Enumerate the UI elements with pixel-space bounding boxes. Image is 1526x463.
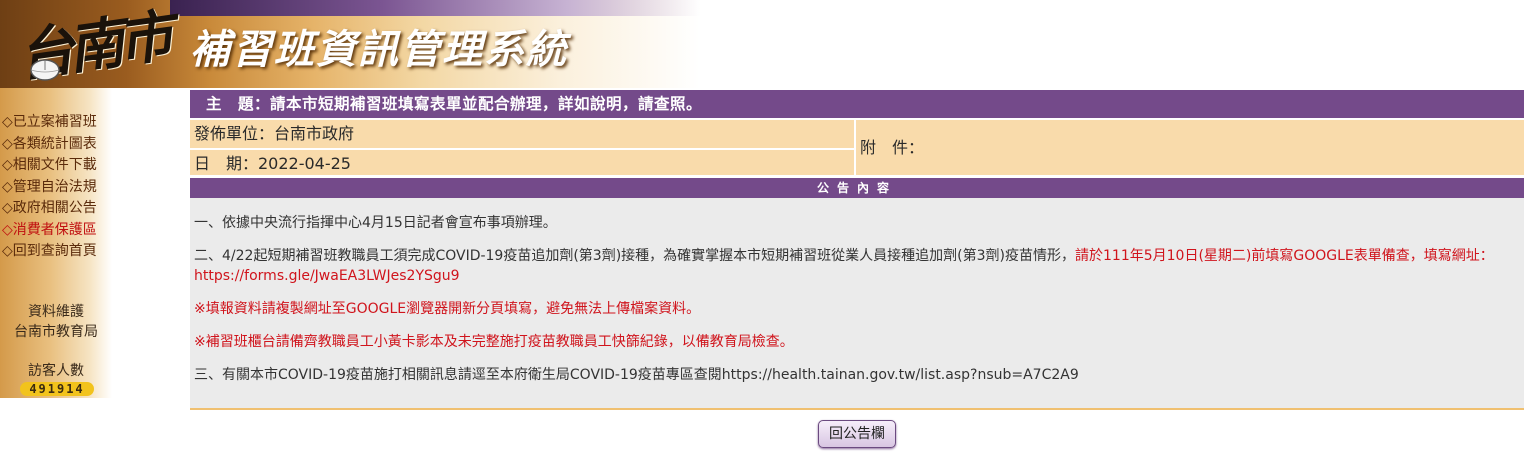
sidebar-item-government-notices[interactable]: ◇政府相關公告 xyxy=(2,198,97,220)
sidebar: ◇已立案補習班 ◇各類統計圖表 ◇相關文件下載 ◇管理自治法規 ◇政府相關公告 … xyxy=(0,88,112,398)
paragraph-2-text: 二、4/22起短期補習班教職員工須完成COVID-19疫苗追加劑(第3劑)接種，… xyxy=(194,248,1075,264)
publisher: 發佈單位：台南市政府 xyxy=(194,124,355,143)
content-header: 公告內容 xyxy=(190,178,1524,198)
sidebar-item-regulations[interactable]: ◇管理自治法規 xyxy=(2,177,97,199)
sidebar-item-registered-schools[interactable]: ◇已立案補習班 xyxy=(2,112,97,134)
attachment: 附 件： xyxy=(860,138,925,157)
announcement-meta: 發佈單位：台南市政府 日 期：2022-04-25 附 件： xyxy=(190,118,1524,175)
paragraph-1: 一、依據中央流行指揮中心4月15日記者會宣布事項辦理。 xyxy=(194,215,557,231)
meta-left: 發佈單位：台南市政府 日 期：2022-04-25 xyxy=(190,120,856,175)
banner-stripe xyxy=(170,0,700,16)
maintainer-label: 資料維護 xyxy=(28,304,84,320)
header-banner: 台南市 補習班資訊管理系統 xyxy=(0,0,1526,90)
system-title: 補習班資訊管理系統 xyxy=(190,27,568,73)
paragraph-3-note: ※填報資料請複製網址至GOOGLE瀏覽器開新分頁填寫，避免無法上傳檔案資料。 xyxy=(194,301,701,317)
sidebar-menu: ◇已立案補習班 ◇各類統計圖表 ◇相關文件下載 ◇管理自治法規 ◇政府相關公告 … xyxy=(2,112,97,263)
paragraph-2: 二、4/22起短期補習班教職員工須完成COVID-19疫苗追加劑(第3劑)接種，… xyxy=(194,246,1514,286)
announcement-content: 一、依據中央流行指揮中心4月15日記者會宣布事項辦理。 二、4/22起短期補習班… xyxy=(190,198,1524,410)
paragraph-5: 三、有關本市COVID-19疫苗施打相關訊息請逕至本府衛生局COVID-19疫苗… xyxy=(194,367,1079,383)
sidebar-item-document-downloads[interactable]: ◇相關文件下載 xyxy=(2,155,97,177)
publish-date: 日 期：2022-04-25 xyxy=(190,147,854,176)
sidebar-item-consumer-protection[interactable]: ◇消費者保護區 xyxy=(2,220,97,242)
visitor-counter: 491914 xyxy=(20,382,94,396)
visitor-label: 訪客人數 xyxy=(28,363,84,379)
maintainer-name: 台南市教育局 xyxy=(14,324,98,340)
announcement-panel: 主 題：請本市短期補習班填寫表單並配合辦理，詳如說明，請查照。 發佈單位：台南市… xyxy=(190,90,1524,410)
paragraph-4-note: ※補習班櫃台請備齊教職員工小黃卡影本及未完整施打疫苗教職員工快篩紀錄，以備教育局… xyxy=(194,334,794,350)
maintainer-info: 資料維護 台南市教育局 xyxy=(0,302,112,342)
sidebar-item-statistics-charts[interactable]: ◇各類統計圖表 xyxy=(2,134,97,156)
subject-bar: 主 題：請本市短期補習班填寫表單並配合辦理，詳如說明，請查照。 xyxy=(190,90,1524,118)
back-to-announcements-button[interactable]: 回公告欄 xyxy=(818,420,896,448)
sidebar-item-home[interactable]: ◇回到查詢首頁 xyxy=(2,241,97,263)
mouse-icon xyxy=(30,59,60,81)
